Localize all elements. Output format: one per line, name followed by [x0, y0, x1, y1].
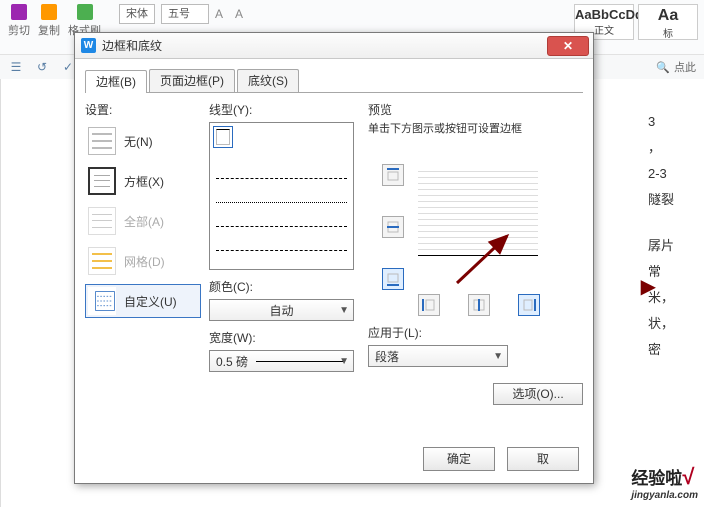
line-style-label: 线型(Y):: [209, 101, 354, 118]
setting-none[interactable]: 无(N): [85, 124, 201, 158]
setting-none-icon: [88, 127, 116, 155]
dialog-titlebar[interactable]: W 边框和底纹 ✕: [75, 33, 593, 59]
applyto-row: 应用于(L): 段落 ▼ 选项(O)...: [368, 324, 583, 367]
borders-shading-dialog: W 边框和底纹 ✕ 边框(B) 页面边框(P) 底纹(S) 设置: 无(N): [74, 32, 594, 484]
line-option-solid[interactable]: [216, 129, 230, 145]
tab-panel-border: 设置: 无(N) 方框(X) 全部: [85, 93, 583, 473]
dialog-title: 边框和底纹: [102, 37, 162, 54]
border-bottom-button[interactable]: [382, 268, 404, 290]
setting-box[interactable]: 方框(X): [85, 164, 201, 198]
line-option-dotted[interactable]: [216, 202, 347, 218]
setting-custom-icon: [88, 287, 116, 315]
chevron-down-icon: ▼: [339, 356, 349, 367]
applyto-combo[interactable]: 段落 ▼: [368, 345, 508, 367]
border-left-button[interactable]: [418, 294, 440, 316]
setting-box-icon: [88, 167, 116, 195]
applyto-value: 段落: [375, 348, 399, 365]
line-option-none[interactable]: [216, 156, 347, 170]
watermark: 经验啦√ jingyanla.com: [631, 464, 698, 501]
tab-shading[interactable]: 底纹(S): [237, 69, 299, 92]
linestyle-column: 线型(Y): 颜色(C): 自动 ▼ 宽度(W): 0.5: [205, 93, 360, 473]
dialog-backdrop: W 边框和底纹 ✕ 边框(B) 页面边框(P) 底纹(S) 设置: 无(N): [0, 0, 704, 507]
setting-all[interactable]: 全部(A): [85, 204, 201, 238]
tab-page-border[interactable]: 页面边框(P): [149, 69, 235, 92]
line-option-dash[interactable]: [216, 178, 347, 194]
settings-column: 设置: 无(N) 方框(X) 全部: [85, 93, 205, 473]
dialog-body: 边框(B) 页面边框(P) 底纹(S) 设置: 无(N) 方框(X): [85, 69, 583, 473]
settings-header: 设置:: [85, 101, 201, 118]
border-top-button[interactable]: [382, 164, 404, 186]
preview-hint: 单击下方图示或按钮可设置边框: [368, 120, 583, 136]
watermark-sub: jingyanla.com: [631, 490, 698, 501]
close-icon: ✕: [563, 39, 573, 53]
preview-column: 预览 单击下方图示或按钮可设置边框 应用于(L):: [360, 93, 583, 473]
width-preview-line: [256, 361, 345, 362]
color-combo[interactable]: 自动 ▼: [209, 299, 354, 321]
options-button[interactable]: 选项(O)...: [493, 383, 583, 405]
ok-button[interactable]: 确定: [423, 447, 495, 471]
check-icon: √: [682, 464, 694, 489]
width-combo[interactable]: 0.5 磅 ▼: [209, 350, 354, 372]
watermark-text: 经验啦: [631, 469, 682, 488]
app-icon: W: [81, 38, 96, 53]
setting-custom-label: 自定义(U): [124, 293, 177, 310]
border-hmiddle-button[interactable]: [382, 216, 404, 238]
setting-all-label: 全部(A): [124, 213, 164, 230]
close-button[interactable]: ✕: [547, 36, 589, 56]
color-label: 颜色(C):: [209, 278, 354, 295]
preview-header: 预览: [368, 101, 583, 118]
chevron-down-icon: ▼: [493, 351, 503, 362]
line-option-dashdot[interactable]: [216, 226, 347, 242]
setting-grid-label: 网格(D): [124, 253, 165, 270]
width-label: 宽度(W):: [209, 329, 354, 346]
line-option-dash2[interactable]: [216, 250, 347, 266]
border-right-button[interactable]: [518, 294, 540, 316]
dialog-tabs: 边框(B) 页面边框(P) 底纹(S): [85, 69, 583, 93]
width-value: 0.5 磅: [216, 353, 248, 370]
cancel-button[interactable]: 取: [507, 447, 579, 471]
setting-grid-icon: [88, 247, 116, 275]
setting-grid[interactable]: 网格(D): [85, 244, 201, 278]
line-style-list[interactable]: [209, 122, 354, 270]
color-value: 自动: [269, 302, 293, 319]
setting-none-label: 无(N): [124, 133, 153, 150]
dialog-footer: 确定 取: [423, 447, 579, 471]
border-vmiddle-button[interactable]: [468, 294, 490, 316]
preview-area: [368, 146, 583, 316]
chevron-down-icon: ▼: [339, 305, 349, 316]
setting-custom[interactable]: 自定义(U): [85, 284, 201, 318]
tab-border[interactable]: 边框(B): [85, 70, 147, 93]
applyto-label: 应用于(L):: [368, 324, 583, 341]
preview-paragraph[interactable]: [418, 166, 538, 256]
setting-box-label: 方框(X): [124, 173, 164, 190]
setting-all-icon: [88, 207, 116, 235]
